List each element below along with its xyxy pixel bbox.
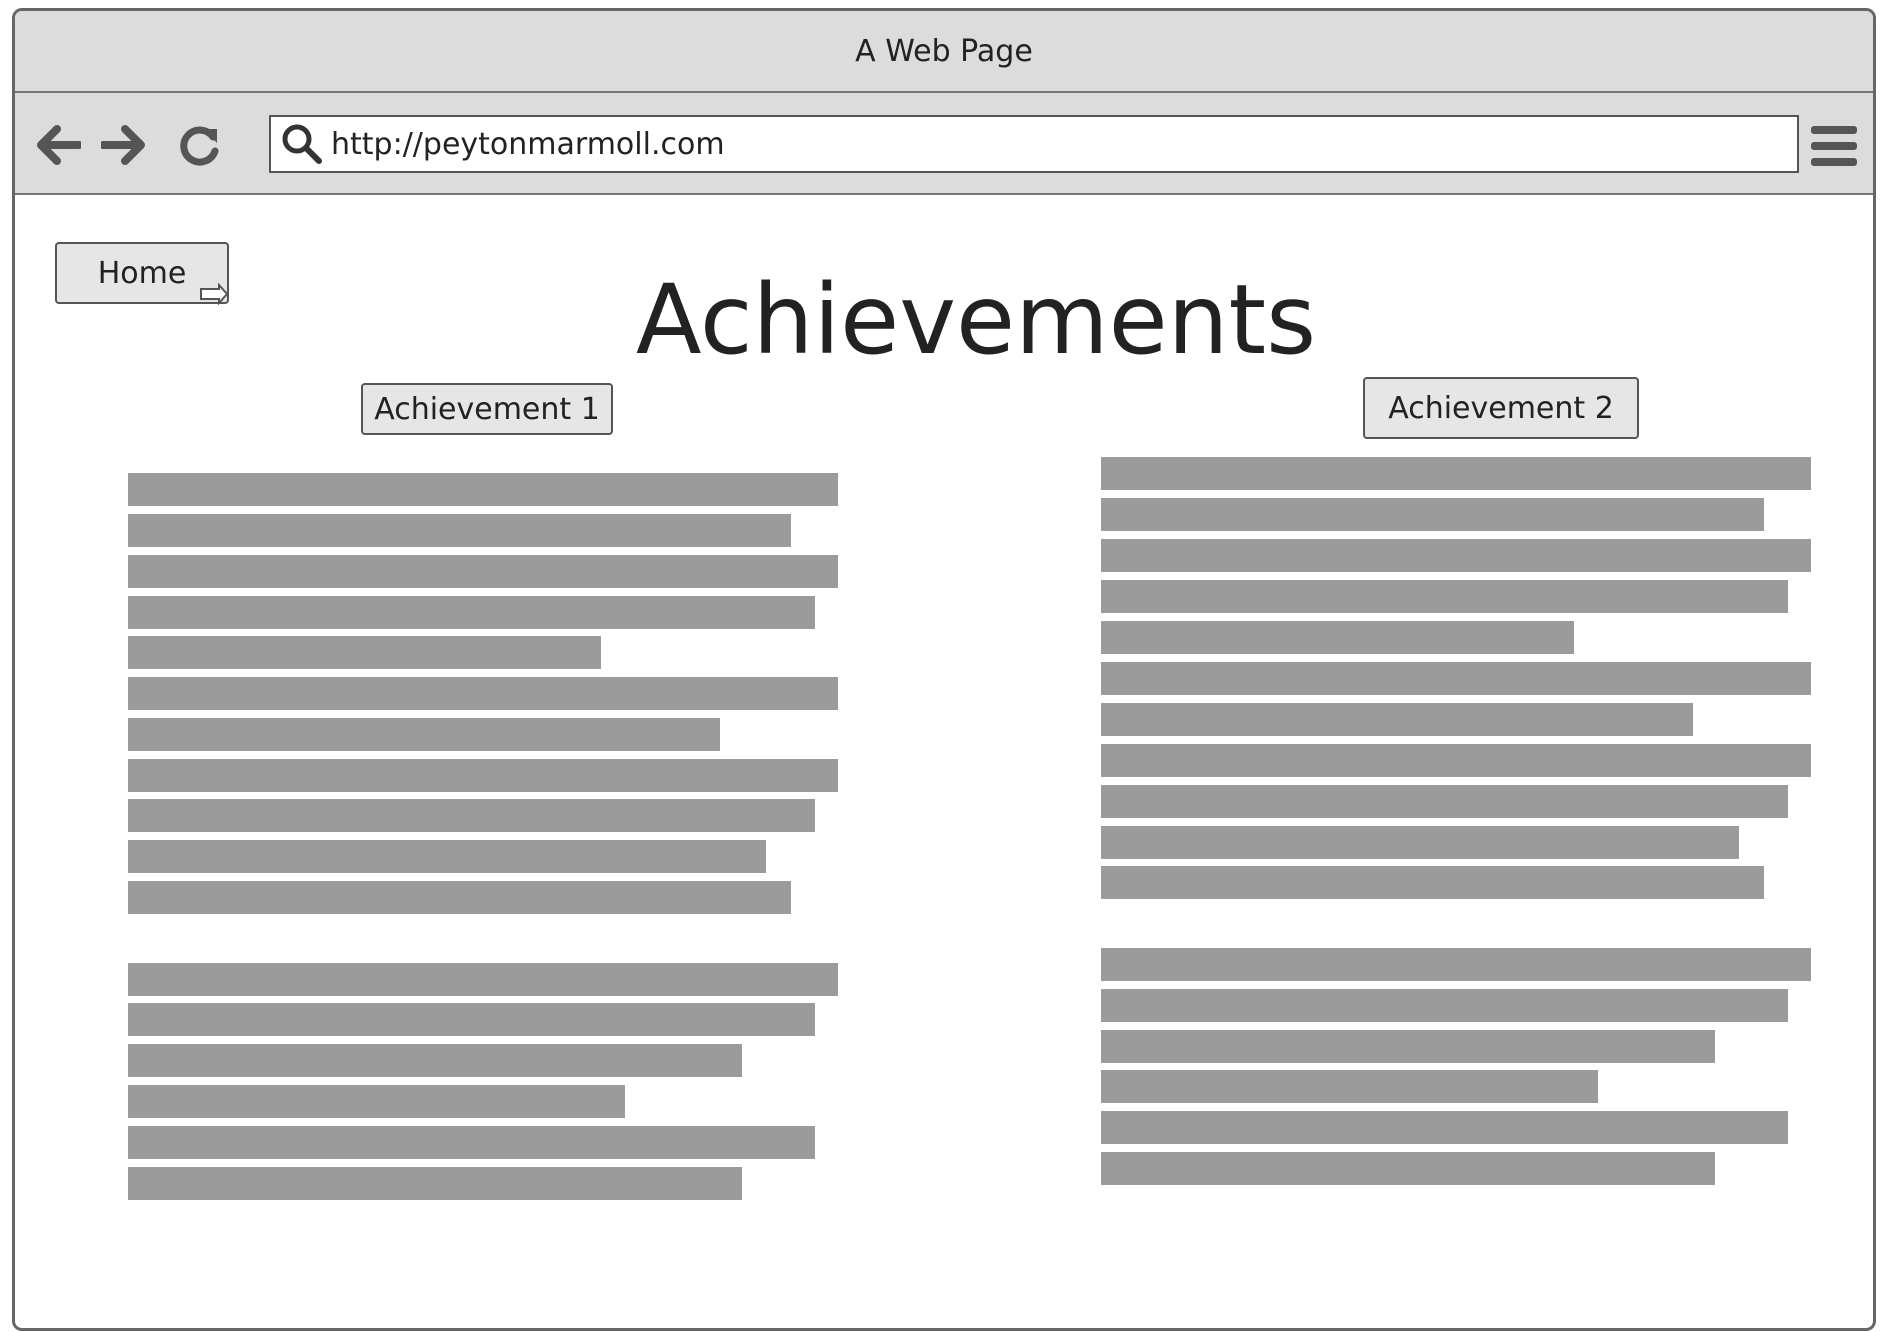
placeholder-text-line <box>128 596 815 629</box>
title-bar: A Web Page <box>15 11 1873 93</box>
placeholder-text-line <box>128 677 838 710</box>
placeholder-text-line <box>128 1126 815 1159</box>
placeholder-text-line <box>128 1167 742 1200</box>
browser-window: A Web Page http://peytonmarmoll.com Home… <box>12 8 1876 1331</box>
placeholder-text-line <box>128 1085 625 1118</box>
address-bar[interactable]: http://peytonmarmoll.com <box>269 115 1799 173</box>
placeholder-text-line <box>128 963 838 996</box>
placeholder-text-line <box>1101 866 1764 899</box>
placeholder-text-line <box>1101 1070 1598 1103</box>
placeholder-text-line <box>1101 989 1788 1022</box>
hamburger-menu-icon[interactable] <box>1809 121 1859 171</box>
placeholder-text-line <box>128 473 838 506</box>
placeholder-text-line <box>1101 1030 1715 1063</box>
placeholder-text-line <box>128 636 601 669</box>
placeholder-text-line <box>128 514 791 547</box>
placeholder-text-line <box>128 840 766 873</box>
placeholder-text-line <box>1101 621 1574 654</box>
url-text[interactable]: http://peytonmarmoll.com <box>331 127 725 162</box>
achievement-2-button[interactable]: Achievement 2 <box>1363 377 1639 439</box>
placeholder-text-line <box>1101 826 1739 859</box>
forward-arrow-icon[interactable] <box>101 123 145 167</box>
placeholder-text-line <box>1101 744 1811 777</box>
placeholder-text-line <box>128 1044 742 1077</box>
back-arrow-icon[interactable] <box>37 123 81 167</box>
reload-icon[interactable] <box>177 123 221 167</box>
placeholder-text-line <box>128 881 791 914</box>
placeholder-text-line <box>128 759 838 792</box>
placeholder-text-line <box>128 799 815 832</box>
achievement-1-button[interactable]: Achievement 1 <box>361 383 613 435</box>
placeholder-text-line <box>1101 662 1811 695</box>
window-title: A Web Page <box>855 33 1033 69</box>
placeholder-text-line <box>1101 785 1788 818</box>
placeholder-text-line <box>1101 703 1693 736</box>
placeholder-text-line <box>1101 948 1811 981</box>
page-title: Achievements <box>635 264 1317 376</box>
placeholder-text-line <box>1101 539 1811 572</box>
placeholder-text-line <box>128 1003 815 1036</box>
placeholder-text-line <box>128 718 720 751</box>
achievement-1-label: Achievement 1 <box>374 391 600 427</box>
placeholder-text-line <box>1101 498 1764 531</box>
placeholder-text-line <box>1101 457 1811 490</box>
search-icon <box>279 121 325 167</box>
placeholder-text-line <box>1101 1111 1788 1144</box>
placeholder-text-line <box>128 555 838 588</box>
placeholder-text-line <box>1101 1152 1715 1185</box>
browser-toolbar: http://peytonmarmoll.com <box>15 93 1873 195</box>
achievement-2-label: Achievement 2 <box>1388 390 1614 426</box>
placeholder-text-line <box>1101 580 1788 613</box>
